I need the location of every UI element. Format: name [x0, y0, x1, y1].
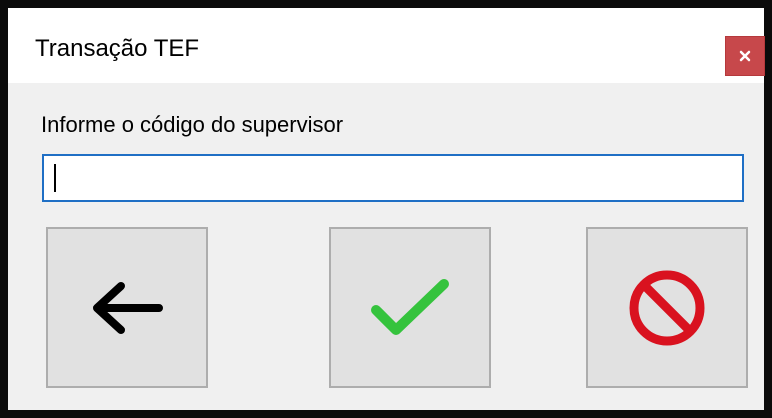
title-bar: Transação TEF: [8, 8, 764, 83]
window-title: Transação TEF: [35, 35, 200, 62]
text-caret: [54, 164, 56, 192]
prohibited-icon: [629, 270, 705, 345]
close-icon: [739, 50, 751, 62]
back-button[interactable]: [46, 227, 208, 388]
checkmark-icon: [371, 278, 449, 335]
confirm-button[interactable]: [329, 227, 491, 388]
arrow-left-icon: [93, 281, 163, 334]
tef-transaction-dialog: Transação TEF Informe o código do superv…: [0, 0, 772, 418]
close-button[interactable]: [725, 36, 765, 76]
supervisor-code-input[interactable]: [42, 154, 744, 202]
supervisor-code-label: Informe o código do supervisor: [41, 112, 344, 137]
cancel-button[interactable]: [586, 227, 748, 388]
